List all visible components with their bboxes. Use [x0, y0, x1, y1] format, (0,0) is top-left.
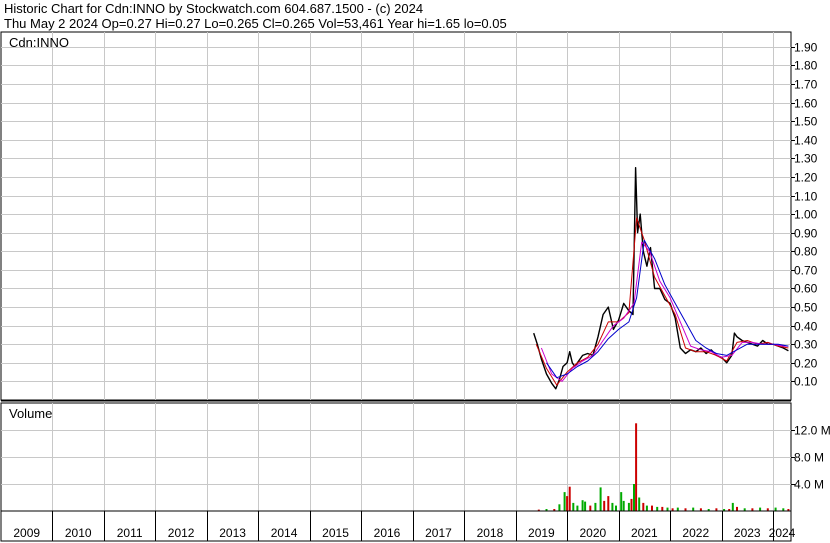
price-tick-label: 1.50 [794, 115, 818, 129]
x-axis-tick-label: 2013 [219, 526, 246, 540]
x-axis-tick-label: 2019 [528, 526, 555, 540]
volume-bar [566, 496, 569, 511]
price-tick-label: 0.60 [794, 282, 818, 296]
volume-bar [651, 505, 653, 511]
volume-bar [759, 507, 762, 511]
x-axis-tick-label: 2018 [477, 526, 504, 540]
x-axis-tick-label: 2009 [13, 526, 40, 540]
x-axis-tick-label: 2021 [631, 526, 658, 540]
volume-bar [638, 497, 641, 511]
volume-bar [568, 486, 571, 511]
price-tick-label: 0.10 [794, 375, 818, 389]
volume-bar [558, 504, 561, 512]
x-axis-tick-label: 2012 [168, 526, 195, 540]
volume-bar [656, 506, 659, 511]
volume-bar [611, 502, 614, 511]
volume-bar [627, 502, 630, 511]
price-tick-label: 0.40 [794, 320, 818, 334]
volume-tick-label: 12.0 M [794, 424, 830, 438]
volume-bar [731, 502, 734, 511]
price-tick-label: 1.30 [794, 152, 818, 166]
volume-bar [622, 500, 625, 511]
price-tick-label: 0.70 [794, 264, 818, 278]
volume-bar [642, 502, 645, 511]
stock-chart: 0.10 0.20 0.30 0.40 0.50 0.60 0.70 0.80 0.90 1.00… [0, 31, 830, 542]
volume-bar [576, 505, 579, 511]
x-axis-tick-label: 2011 [117, 526, 143, 540]
volume-bar [620, 492, 623, 511]
x-axis-tick-label: 2015 [322, 526, 349, 540]
volume-bar [630, 498, 633, 511]
volume-bar [676, 507, 679, 511]
volume-bar [572, 502, 575, 511]
price-panel-title: Cdn:INNO [9, 35, 69, 50]
price-tick-label: 1.70 [794, 78, 818, 92]
x-axis-tick-label: 2022 [682, 526, 709, 540]
volume-bar [774, 507, 777, 511]
price-tick-label: 1.80 [794, 59, 818, 73]
volume-bar [645, 505, 648, 511]
volume-bar [692, 507, 695, 511]
price-tick-label: 1.00 [794, 208, 818, 222]
volume-bar [563, 492, 566, 511]
volume-bar [635, 423, 638, 512]
volume-bar [615, 505, 617, 511]
volume-axis-ticks: 4.0 M 8.0 M 12.0 M [791, 424, 830, 492]
price-tick-label: 0.30 [794, 338, 818, 352]
volume-bar [599, 487, 602, 511]
price-tick-label: 1.10 [794, 190, 818, 204]
volume-bar [666, 507, 669, 511]
volume-bar [603, 500, 606, 511]
volume-panel-title: Volume [9, 406, 52, 421]
price-tick-label: 0.90 [794, 227, 818, 241]
price-tick-label: 1.20 [794, 171, 818, 185]
price-tick-label: 0.20 [794, 357, 818, 371]
volume-bar [584, 501, 587, 511]
price-tick-label: 1.90 [794, 41, 818, 55]
price-tick-label: 0.80 [794, 245, 818, 259]
price-tick-label: 0.50 [794, 301, 818, 315]
x-axis-tick-label: 2016 [374, 526, 401, 540]
volume-bar [581, 500, 584, 511]
volume-bar [736, 506, 738, 511]
x-axis-tick-label: 2023 [734, 526, 761, 540]
x-axis-tick-label: 2024 [769, 526, 796, 540]
volume-bar [633, 484, 635, 511]
price-tick-label: 1.40 [794, 134, 818, 148]
x-axis-tick-label: 2014 [271, 526, 298, 540]
volume-tick-label: 4.0 M [794, 478, 824, 492]
price-tick-label: 1.60 [794, 97, 818, 111]
volume-bar [661, 506, 664, 511]
volume-bar [594, 502, 597, 511]
volume-tick-label: 8.0 M [794, 451, 824, 465]
x-axis-tick-label: 2020 [580, 526, 607, 540]
x-axis-tick-label: 2017 [425, 526, 452, 540]
volume-bar [607, 496, 610, 511]
x-axis-tick-label: 2010 [65, 526, 92, 540]
volume-bar [589, 505, 592, 511]
price-axis-ticks: 0.10 0.20 0.30 0.40 0.50 0.60 0.70 0.80 0.90 1.00… [791, 41, 818, 389]
